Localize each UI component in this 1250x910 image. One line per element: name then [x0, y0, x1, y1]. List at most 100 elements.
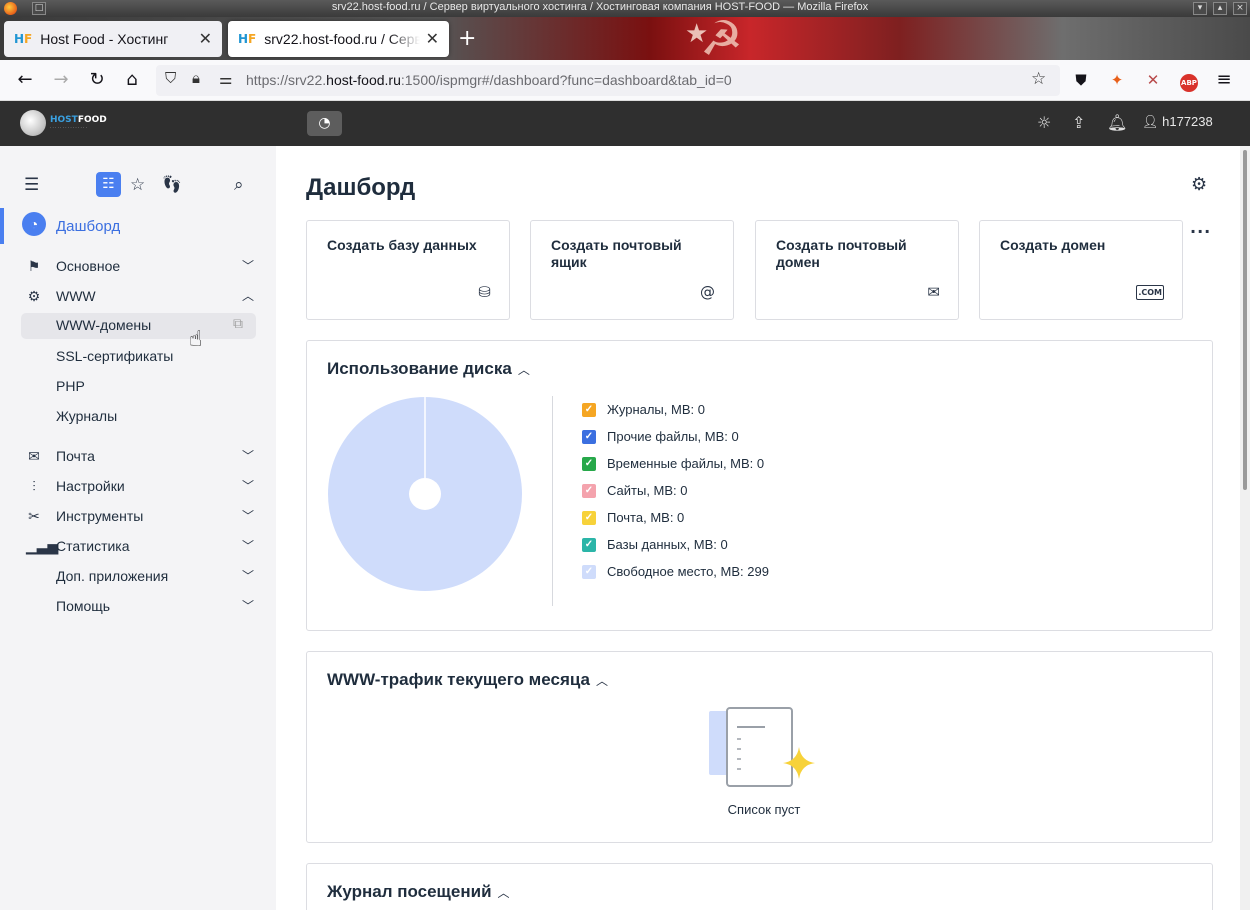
more-actions-icon[interactable]: ···: [1190, 222, 1211, 241]
gear-icon[interactable]: ⚙: [1191, 174, 1207, 195]
back-icon[interactable]: ←: [13, 68, 37, 92]
chevron-down-icon: ﹀: [242, 509, 255, 523]
legend-item[interactable]: ✓ Журналы, MB: 0: [582, 396, 769, 423]
browser-tab-ispmgr[interactable]: HF srv22.host-food.ru / Серве ✕: [228, 21, 449, 57]
maximize-button[interactable]: ▴: [1213, 2, 1227, 15]
legend-item[interactable]: ✓ Свободное место, MB: 299: [582, 558, 769, 585]
sidebar-item-dashboard[interactable]: ◔ Дашборд: [0, 208, 276, 244]
quick-action-create-mailbox[interactable]: Создать почтовый ящик @: [530, 220, 734, 320]
pocket-icon[interactable]: ⛊: [1069, 68, 1093, 92]
at-icon: @: [700, 283, 715, 301]
legend-checkbox[interactable]: ✓: [582, 537, 596, 552]
theme-sun-icon[interactable]: ☼: [1037, 113, 1051, 132]
tab-strip: ★ ☭ HF Host Food - Хостинг ✕ HF srv22.ho…: [0, 17, 1250, 60]
legend-item[interactable]: ✓ Базы данных, MB: 0: [582, 531, 769, 558]
upload-icon[interactable]: ⇪: [1072, 113, 1085, 132]
legend-checkbox[interactable]: ✓: [582, 510, 596, 525]
sidebar-item-apps[interactable]: Доп. приложения ﹀: [0, 564, 276, 590]
sidebar-item-label: Помощь: [56, 598, 111, 614]
home-icon[interactable]: ⌂: [120, 68, 144, 92]
adblock-icon[interactable]: ABP: [1177, 68, 1201, 92]
tools-icon: ✂: [28, 508, 40, 524]
search-icon[interactable]: ⌕: [234, 175, 244, 195]
legend-divider: [552, 396, 553, 606]
empty-list-illustration-icon: [709, 707, 815, 787]
lock-icon[interactable]: 🔒︎: [192, 70, 200, 87]
favorites-star-icon[interactable]: ☆: [130, 175, 145, 195]
sidebar-item-mail[interactable]: ✉ Почта ﹀: [0, 444, 276, 470]
disk-usage-title[interactable]: Использование диска ︿: [327, 359, 530, 379]
chevron-up-icon: ︿: [242, 289, 255, 303]
legend-item[interactable]: ✓ Временные файлы, MB: 0: [582, 450, 769, 477]
tab-label: srv22.host-food.ru / Серве: [264, 31, 420, 47]
hostfood-logo[interactable]: HOSTFOOD · · · · · · · · · · · · · · ·: [20, 110, 107, 136]
www-traffic-panel: WWW-трафик текущего месяца ︿ Список пуст: [306, 651, 1213, 843]
open-external-icon[interactable]: ⧉: [233, 315, 243, 332]
quick-action-create-domain[interactable]: Создать домен .COM: [979, 220, 1183, 320]
legend-item[interactable]: ✓ Сайты, MB: 0: [582, 477, 769, 504]
chevron-up-icon: ︿: [497, 886, 510, 900]
bookmark-star-icon[interactable]: ☆: [1031, 69, 1046, 89]
reload-icon[interactable]: ↻: [85, 68, 109, 92]
legend-item[interactable]: ✓ Почта, MB: 0: [582, 504, 769, 531]
url-text[interactable]: https://srv22.host-food.ru:1500/ispmgr#/…: [246, 72, 732, 88]
menu-list-icon[interactable]: ☷: [96, 172, 121, 197]
legend-item[interactable]: ✓ Прочие файлы, MB: 0: [582, 423, 769, 450]
extension-fox-icon[interactable]: ✦: [1105, 68, 1129, 92]
visits-log-title[interactable]: Журнал посещений ︿: [327, 882, 510, 902]
sidebar-item-www[interactable]: ⚙ WWW ︿: [0, 284, 276, 310]
window-title: srv22.host-food.ru / Сервер виртуального…: [331, 1, 869, 13]
www-traffic-title[interactable]: WWW-трафик текущего месяца ︿: [327, 670, 608, 690]
quick-action-label: Создать почтовый домен: [776, 237, 907, 270]
legend-checkbox[interactable]: ✓: [582, 483, 596, 498]
close-tab-icon[interactable]: ✕: [426, 29, 439, 49]
browser-tab-hostfood[interactable]: HF Host Food - Хостинг ✕: [4, 21, 222, 57]
collapse-menu-icon[interactable]: ☰: [24, 175, 39, 195]
hostfood-favicon-icon: HF: [238, 32, 257, 46]
sidebar-item-main[interactable]: ⚑ Основное ﹀: [0, 254, 276, 280]
sliders-icon: ⫶: [32, 478, 36, 494]
legend-checkbox[interactable]: ✓: [582, 456, 596, 471]
window-menu-button[interactable]: □: [32, 2, 46, 15]
footprints-icon[interactable]: 👣︎: [161, 175, 183, 195]
sidebar-item-settings[interactable]: ⫶ Настройки ﹀: [0, 474, 276, 500]
legend-label: Журналы, MB: 0: [607, 402, 705, 417]
hamburger-menu-icon[interactable]: ≡: [1212, 68, 1236, 92]
user-menu[interactable]: 👤︎ h177238: [1142, 114, 1213, 130]
forward-icon[interactable]: →: [49, 68, 73, 92]
quick-action-create-mail-domain[interactable]: Создать почтовый домен ✉: [755, 220, 959, 320]
sidebar-item-label: Инструменты: [56, 508, 144, 524]
scrollbar-thumb[interactable]: [1243, 150, 1247, 490]
url-bar[interactable]: ⛉ 🔒︎ ⚌ https://srv22.host-food.ru:1500/i…: [156, 65, 1060, 96]
shield-icon[interactable]: ⛉: [165, 70, 176, 87]
vertical-scrollbar[interactable]: [1240, 146, 1250, 910]
permissions-icon[interactable]: ⚌: [219, 70, 232, 88]
legend-checkbox[interactable]: ✓: [582, 429, 596, 444]
sidebar-item-label: Почта: [56, 448, 95, 464]
quick-action-label: Создать базу данных: [327, 237, 477, 253]
sidebar-item-label: Настройки: [56, 478, 125, 494]
dashboard-toggle-button[interactable]: ◔: [307, 111, 342, 136]
close-window-button[interactable]: ×: [1233, 2, 1247, 15]
minimize-button[interactable]: ▾: [1193, 2, 1207, 15]
sidebar-item-statistics[interactable]: ▁▃▅ Статистика ﹀: [0, 534, 276, 560]
pie-svg: [328, 397, 522, 591]
disk-pie-chart: [327, 396, 523, 592]
www-icon: ⚙: [27, 288, 41, 304]
sidebar-item-help[interactable]: Помощь ﹀: [0, 594, 276, 620]
extension-tools-icon[interactable]: ✕: [1141, 68, 1165, 92]
empty-list-text: Список пуст: [727, 802, 801, 817]
sidebar-item-tools[interactable]: ✂ Инструменты ﹀: [0, 504, 276, 530]
sidebar-item-logs[interactable]: Журналы: [0, 404, 276, 430]
browser-navbar: ← → ↻ ⌂ ⛉ 🔒︎ ⚌ https://srv22.host-food.r…: [0, 60, 1250, 101]
sidebar-item-php[interactable]: PHP: [0, 374, 276, 400]
close-tab-icon[interactable]: ✕: [199, 29, 212, 49]
notifications-bell-icon[interactable]: 🔔︎: [1107, 113, 1127, 132]
sidebar-item-www-domains[interactable]: WWW-домены ⧉: [21, 313, 256, 339]
legend-checkbox[interactable]: ✓: [582, 402, 596, 417]
legend-label: Прочие файлы, MB: 0: [607, 429, 739, 444]
new-tab-button[interactable]: +: [458, 26, 476, 51]
quick-action-create-database[interactable]: Создать базу данных ⛁: [306, 220, 510, 320]
sidebar-item-ssl[interactable]: SSL-сертификаты: [0, 344, 276, 370]
legend-checkbox[interactable]: ✓: [582, 564, 596, 579]
